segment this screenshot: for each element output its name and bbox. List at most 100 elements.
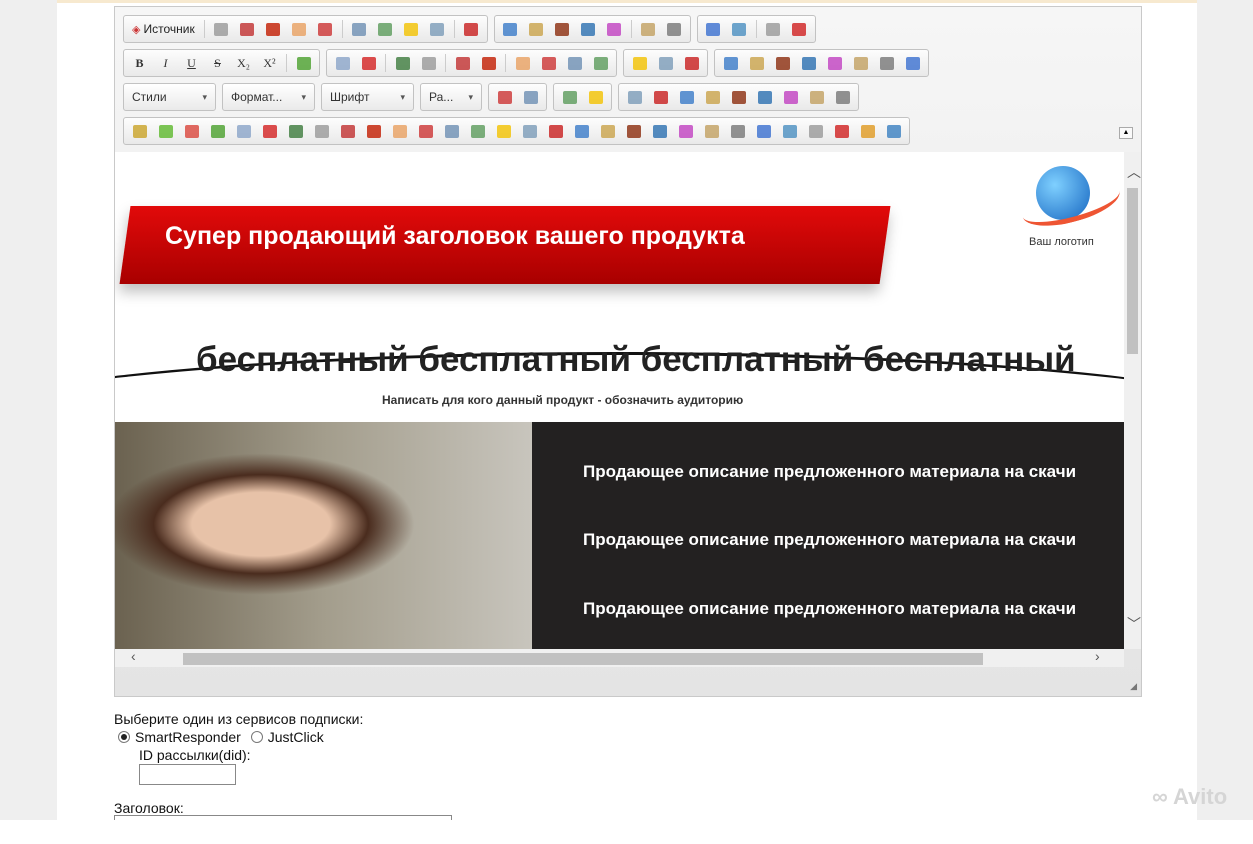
- minus-button[interactable]: [414, 120, 437, 142]
- strike-button[interactable]: S: [206, 52, 229, 74]
- stop-button[interactable]: [362, 120, 385, 142]
- table-grid-button[interactable]: [519, 86, 542, 108]
- ordered-list-button[interactable]: [331, 52, 354, 74]
- box-button[interactable]: [778, 120, 801, 142]
- print-button[interactable]: [426, 18, 449, 40]
- subscript-button[interactable]: X₂: [232, 52, 255, 74]
- search-replace-button[interactable]: [702, 18, 725, 40]
- window-button[interactable]: [284, 120, 307, 142]
- smiley-button[interactable]: [823, 52, 846, 74]
- image-button[interactable]: [292, 52, 315, 74]
- code-button[interactable]: [314, 18, 337, 40]
- vertical-scrollbar[interactable]: ︿ ﹀: [1124, 152, 1141, 649]
- bold-button[interactable]: B: [128, 52, 151, 74]
- button-button[interactable]: [779, 86, 802, 108]
- scroll-left-icon[interactable]: ‹: [131, 648, 136, 664]
- layout2-button[interactable]: [466, 120, 489, 142]
- styles-dropdown[interactable]: Стили: [123, 83, 216, 111]
- thumbs-up-button[interactable]: [388, 120, 411, 142]
- form-button[interactable]: [623, 86, 646, 108]
- wave-button[interactable]: [518, 120, 541, 142]
- resize-handle-icon[interactable]: ◢: [1130, 681, 1137, 692]
- check-button[interactable]: [206, 120, 229, 142]
- calendar-button[interactable]: [570, 120, 593, 142]
- bug-button[interactable]: [882, 120, 905, 142]
- iframe-button[interactable]: [901, 52, 924, 74]
- font-dropdown[interactable]: Шрифт: [321, 83, 414, 111]
- align-center-button[interactable]: [537, 52, 560, 74]
- table-button[interactable]: [771, 52, 794, 74]
- redo-button[interactable]: [288, 18, 311, 40]
- gift-button[interactable]: [310, 120, 333, 142]
- format-dropdown[interactable]: Формат...: [222, 83, 315, 111]
- textarea-button[interactable]: [727, 86, 750, 108]
- radio-button[interactable]: [675, 86, 698, 108]
- hiddenfield-button[interactable]: [831, 86, 854, 108]
- scroll-down-icon[interactable]: ﹀: [1127, 614, 1141, 634]
- collapse-toolbar-button[interactable]: ▲: [1119, 127, 1133, 139]
- cut-button[interactable]: [499, 18, 522, 40]
- ball-button[interactable]: [622, 120, 645, 142]
- radio-smartresponder[interactable]: [118, 731, 130, 743]
- paste-button[interactable]: [551, 18, 574, 40]
- gear-button[interactable]: [726, 120, 749, 142]
- document-button[interactable]: [700, 120, 723, 142]
- youtube-button[interactable]: [830, 120, 853, 142]
- unlink-button[interactable]: [654, 52, 677, 74]
- notes-button[interactable]: [492, 120, 515, 142]
- maximize-button[interactable]: [762, 18, 785, 40]
- palette-button[interactable]: [674, 120, 697, 142]
- justify-button[interactable]: [589, 52, 612, 74]
- user-card-button[interactable]: [232, 120, 255, 142]
- hr-button[interactable]: [797, 52, 820, 74]
- qr-button[interactable]: [648, 120, 671, 142]
- select-all-button[interactable]: [236, 18, 259, 40]
- audio-button[interactable]: [856, 120, 879, 142]
- align-right-button[interactable]: [563, 52, 586, 74]
- layout-button[interactable]: [440, 120, 463, 142]
- arrow-down-button[interactable]: [154, 120, 177, 142]
- find-button[interactable]: [210, 18, 233, 40]
- copy-button[interactable]: [525, 18, 548, 40]
- superscript-button[interactable]: X²: [258, 52, 281, 74]
- warning-button[interactable]: [258, 120, 281, 142]
- div-button[interactable]: [477, 52, 500, 74]
- pen-button[interactable]: [596, 120, 619, 142]
- anchor-button[interactable]: [680, 52, 703, 74]
- size-dropdown[interactable]: Ра...: [420, 83, 482, 111]
- textfield-button[interactable]: [701, 86, 724, 108]
- source-button[interactable]: ◈ Источник: [128, 22, 199, 36]
- red-button-button[interactable]: [544, 120, 567, 142]
- scroll-right-icon[interactable]: ›: [1095, 648, 1100, 664]
- preview-button[interactable]: [400, 18, 423, 40]
- horizontal-scroll-thumb[interactable]: [183, 653, 983, 665]
- checkbox-button[interactable]: [649, 86, 672, 108]
- flash-button[interactable]: [745, 52, 768, 74]
- blocks-button[interactable]: [558, 86, 581, 108]
- special-char-button[interactable]: [849, 52, 872, 74]
- italic-button[interactable]: I: [154, 52, 177, 74]
- image2-button[interactable]: [719, 52, 742, 74]
- photo-button[interactable]: [804, 120, 827, 142]
- paste-text-button[interactable]: [577, 18, 600, 40]
- redo2-button[interactable]: [663, 18, 686, 40]
- select-button[interactable]: [753, 86, 776, 108]
- underline-button[interactable]: U: [180, 52, 203, 74]
- align-left-button[interactable]: [511, 52, 534, 74]
- link-button[interactable]: [628, 52, 651, 74]
- radio-justclick[interactable]: [250, 731, 263, 743]
- alarm-button[interactable]: [336, 120, 359, 142]
- templates-button[interactable]: [460, 18, 483, 40]
- ribbon-button[interactable]: [180, 120, 203, 142]
- horizontal-scrollbar[interactable]: ‹ ›: [115, 648, 1124, 667]
- new-page-button[interactable]: [374, 18, 397, 40]
- bullet-list-button[interactable]: [357, 52, 380, 74]
- badge-button[interactable]: [128, 120, 151, 142]
- pagebreak-button[interactable]: [875, 52, 898, 74]
- spellcheck-button[interactable]: [788, 18, 811, 40]
- vertical-scroll-thumb[interactable]: [1127, 188, 1138, 354]
- showblocks-button[interactable]: [584, 86, 607, 108]
- help-button[interactable]: [752, 120, 775, 142]
- editor-content[interactable]: Супер продающий заголовок вашего продукт…: [115, 152, 1124, 649]
- paste-word-button[interactable]: [603, 18, 626, 40]
